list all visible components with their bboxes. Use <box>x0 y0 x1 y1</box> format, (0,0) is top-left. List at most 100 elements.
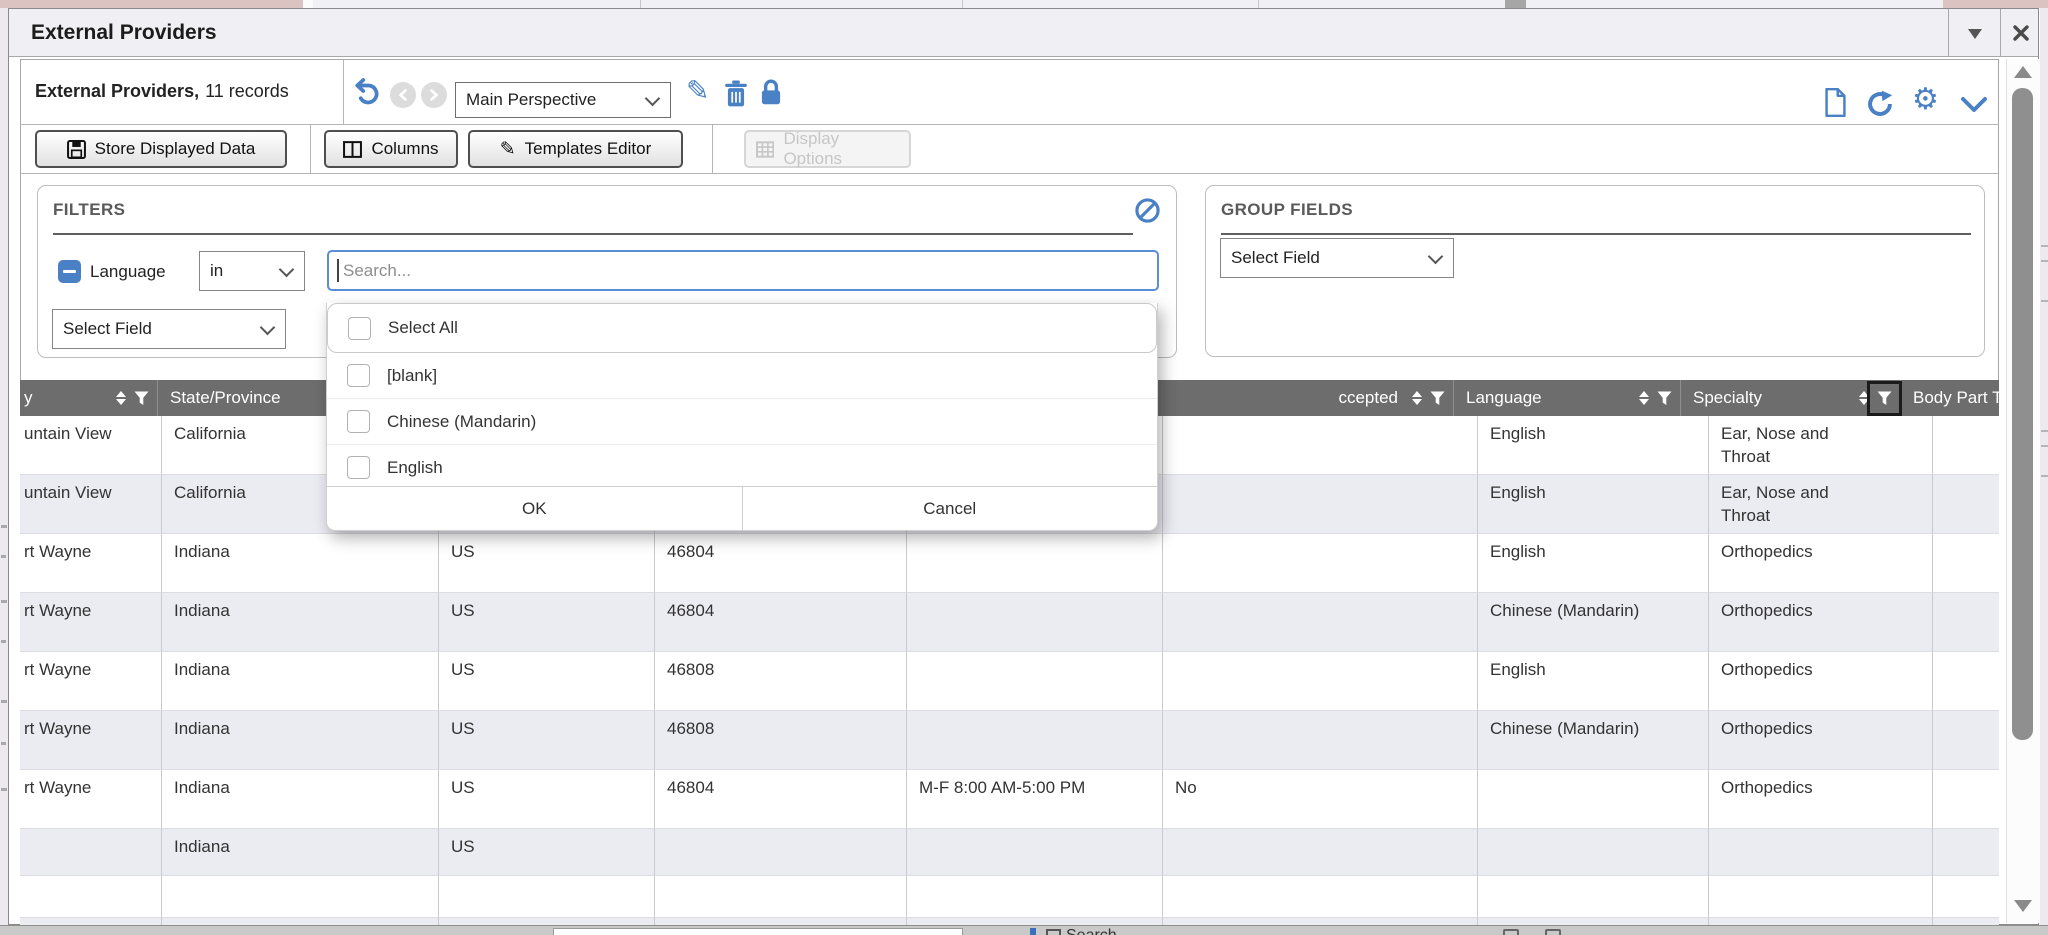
find-bar-search-icon <box>1046 929 1061 935</box>
table-cell: US <box>439 770 655 829</box>
table-cell <box>907 876 1163 918</box>
scrollbar-thumb[interactable] <box>2012 88 2033 740</box>
gear-icon: ⚙ <box>1912 83 1939 116</box>
refresh-button[interactable] <box>1866 90 1894 123</box>
column-header[interactable]: y <box>20 380 158 416</box>
table-cell <box>655 876 907 918</box>
store-displayed-data-button[interactable]: Store Displayed Data <box>35 130 287 168</box>
table-cell: untain View <box>20 475 162 534</box>
filter-option[interactable]: Select All <box>327 303 1157 353</box>
table-cell <box>1163 918 1478 925</box>
sort-icon[interactable] <box>116 391 126 405</box>
clear-filters-button[interactable] <box>1134 197 1161 229</box>
templates-editor-button[interactable]: ✎ Templates Editor <box>468 130 683 168</box>
perspective-select[interactable]: Main Perspective <box>455 82 671 118</box>
table-cell <box>907 652 1163 711</box>
cancel-button[interactable]: Cancel <box>743 487 1158 530</box>
dialog-close-button[interactable] <box>2000 9 2040 57</box>
table-cell: English <box>1478 475 1709 534</box>
column-header-label: Body Part Treated <box>1913 388 1999 408</box>
popup-footer: OK Cancel <box>327 486 1157 530</box>
table-cell <box>1163 534 1478 593</box>
column-header[interactable]: ccepted <box>1143 380 1454 416</box>
add-group-field-select[interactable]: Select Field <box>1220 238 1454 278</box>
filter-operator-select[interactable]: in <box>199 251 305 291</box>
display-options-label: Display Options <box>783 129 899 169</box>
collapse-panel-button[interactable] <box>1960 96 1988 119</box>
checkbox-icon[interactable] <box>347 456 370 479</box>
filter-option[interactable]: [blank] <box>327 353 1157 398</box>
chevron-down-icon <box>260 319 276 335</box>
nav-back-icon <box>398 89 408 101</box>
filter-icon[interactable] <box>134 391 149 406</box>
table-row[interactable] <box>20 876 1999 918</box>
scroll-down-icon[interactable] <box>2014 900 2032 912</box>
column-header-label: ccepted <box>1338 388 1398 408</box>
divider <box>20 124 1999 125</box>
table-cell: No <box>1163 770 1478 829</box>
new-document-button[interactable] <box>1824 88 1847 122</box>
filter-icon[interactable] <box>1430 391 1445 406</box>
remove-filter-button[interactable] <box>58 260 81 283</box>
filter-icon[interactable] <box>1877 391 1892 406</box>
table-cell: rt Wayne <box>20 652 162 711</box>
find-bar-option-icon[interactable] <box>1545 929 1561 935</box>
table-cell <box>1933 652 1999 711</box>
table-row[interactable]: IndianaUS <box>20 829 1999 876</box>
filter-icon[interactable] <box>1657 391 1672 406</box>
table-row[interactable]: rt WayneIndianaUS46804Chinese (Mandarin)… <box>20 593 1999 652</box>
find-bar-option-icon[interactable] <box>1503 929 1519 935</box>
checkbox-icon[interactable] <box>347 410 370 433</box>
sort-icon[interactable] <box>1639 391 1649 405</box>
table-cell <box>907 829 1163 876</box>
nav-back-button[interactable] <box>390 82 416 108</box>
ok-button[interactable]: OK <box>327 487 743 530</box>
filters-heading: FILTERS <box>53 200 125 220</box>
nav-forward-button[interactable] <box>421 82 447 108</box>
divider <box>20 173 1999 174</box>
table-cell: rt Wayne <box>20 534 162 593</box>
refresh-icon <box>1866 90 1894 118</box>
table-row[interactable]: rt WayneIndianaUS46808EnglishOrthopedics <box>20 652 1999 711</box>
column-header[interactable]: Specialty <box>1681 380 1901 416</box>
table-cell <box>1163 593 1478 652</box>
edit-perspective-button[interactable]: ✎ <box>686 74 709 107</box>
filter-option[interactable]: English <box>327 444 1157 490</box>
columns-button[interactable]: Columns <box>324 130 458 168</box>
table-cell <box>162 876 439 918</box>
lock-perspective-button[interactable] <box>758 78 784 113</box>
table-row[interactable]: rt WayneIndianaUS46804EnglishOrthopedics <box>20 534 1999 593</box>
table-cell <box>907 534 1163 593</box>
add-filter-field-select[interactable]: Select Field <box>52 309 286 349</box>
delete-perspective-button[interactable] <box>724 80 748 113</box>
filter-search-input[interactable] <box>329 252 1157 289</box>
checkbox-icon[interactable] <box>348 317 371 340</box>
caret-down-icon <box>1968 29 1982 46</box>
add-group-field-value: Select Field <box>1231 248 1422 268</box>
column-header[interactable]: Body Part Treated <box>1901 380 1999 416</box>
table-row[interactable]: rt WayneIndianaUS46804M-F 8:00 AM-5:00 P… <box>20 770 1999 829</box>
filter-field-label: Language <box>90 262 166 282</box>
table-row[interactable]: rt WayneIndianaUS46808Chinese (Mandarin)… <box>20 711 1999 770</box>
column-header[interactable]: Language <box>1454 380 1681 416</box>
settings-button[interactable]: ⚙ <box>1912 82 1939 117</box>
table-cell: Ear, Nose and Throat <box>1709 416 1933 475</box>
table-cell: M-F 8:00 AM-5:00 PM <box>907 770 1163 829</box>
checkbox-icon[interactable] <box>347 364 370 387</box>
find-bar-input[interactable] <box>553 928 963 935</box>
table-cell <box>1478 829 1709 876</box>
table-cell <box>1933 711 1999 770</box>
table-cell <box>1933 416 1999 475</box>
table-row[interactable] <box>20 918 1999 925</box>
dialog-collapse-button[interactable] <box>1948 9 2001 57</box>
table-cell: Ear, Nose and Throat <box>1709 475 1933 534</box>
sort-icon[interactable] <box>1412 391 1422 405</box>
table-cell: Indiana <box>162 829 439 876</box>
scroll-up-icon[interactable] <box>2014 66 2032 78</box>
table-cell: US <box>439 593 655 652</box>
sort-icon[interactable] <box>1859 391 1869 405</box>
filter-option[interactable]: Chinese (Mandarin) <box>327 398 1157 444</box>
table-cell <box>907 918 1163 925</box>
add-filter-field-value: Select Field <box>63 319 254 339</box>
undo-button[interactable] <box>352 76 382 111</box>
